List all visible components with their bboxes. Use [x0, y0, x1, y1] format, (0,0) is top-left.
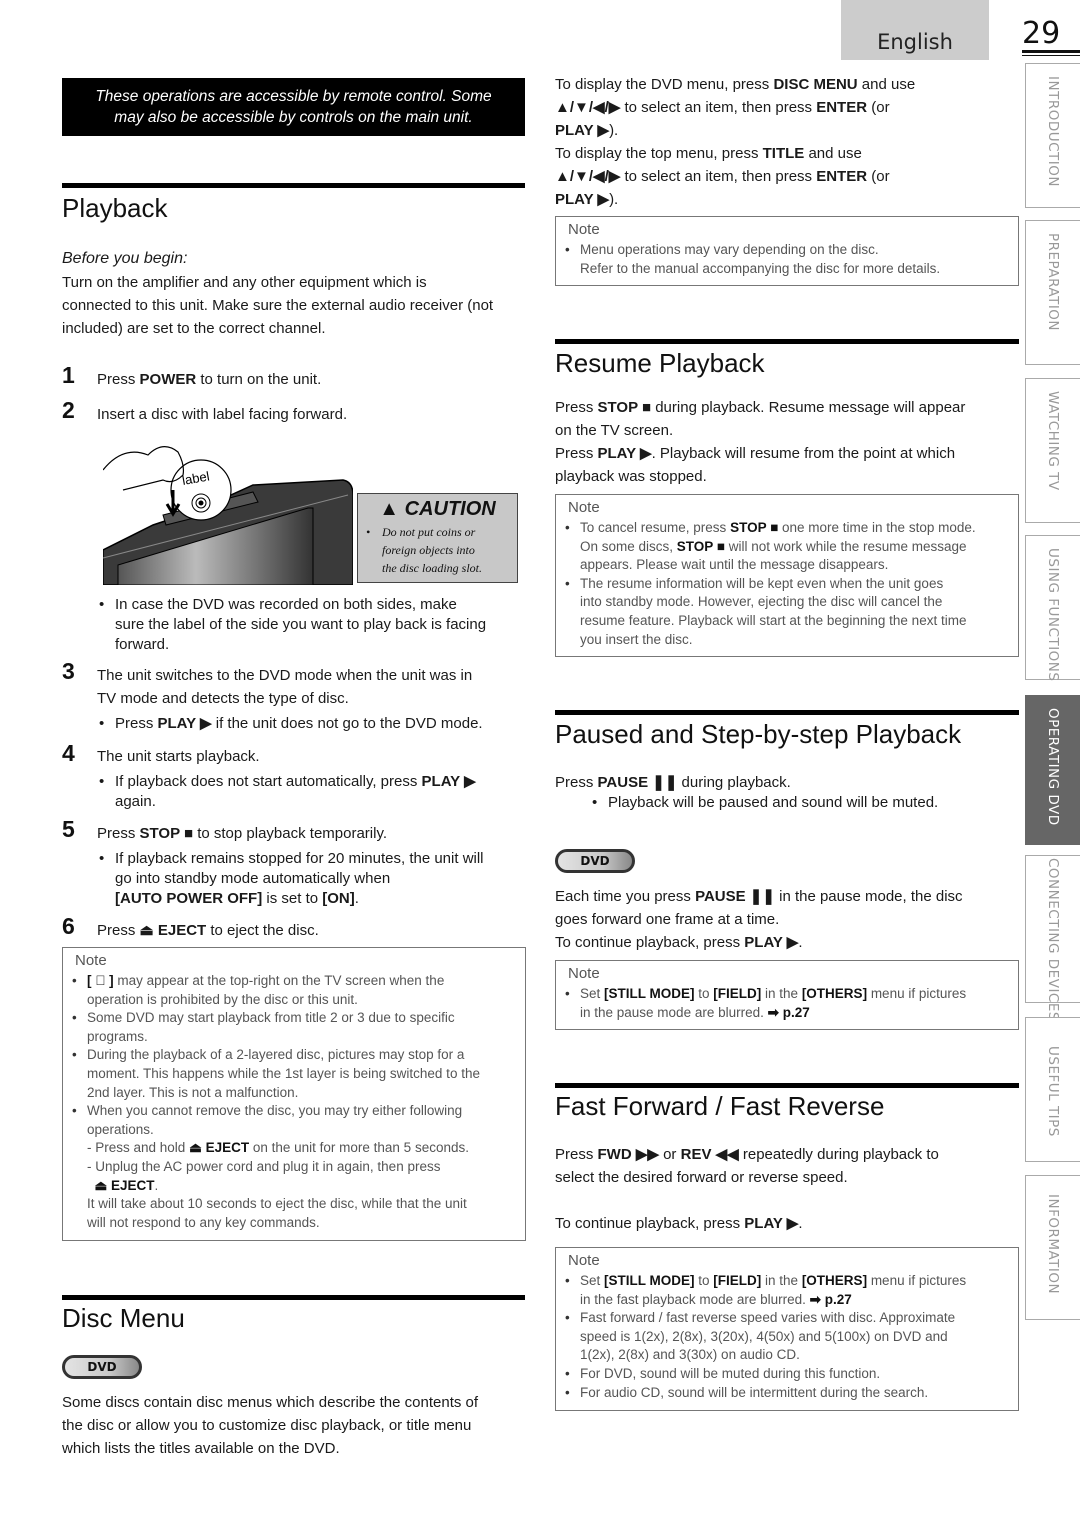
paused-note-box: Note Set [STILL MODE] to [FIELD] in the … [555, 960, 1019, 1030]
note-item: Menu operations may vary depending on th… [565, 241, 1010, 278]
step-5-text: Press STOP ■ to stop playback temporaril… [97, 825, 388, 842]
step-3-bullet: Press PLAY ▶ if the unit does not go to … [99, 714, 483, 734]
disc-menu-title: Disc Menu [62, 1303, 185, 1333]
disc-menu-instructions: To display the DVD menu, press DISC MENU… [555, 76, 916, 208]
direction-arrows-icon: ▲/▼/◀/▶ [555, 168, 621, 185]
caution-text: Do not put coins or foreign objects into… [358, 523, 517, 577]
note-item: For DVD, sound will be muted during this… [565, 1365, 1010, 1384]
side-tab-introduction[interactable]: INTRODUCTION [1025, 63, 1080, 208]
disc-insert-illustration: label [103, 446, 353, 585]
fast-continue-text: To continue playback, press PLAY ▶. [555, 1215, 803, 1232]
page-ref-link[interactable]: p.27 [825, 1292, 852, 1307]
note-sub-item: - Press and hold ⏏ EJECT on the unit for… [87, 1140, 469, 1156]
paused-bullet: Playback will be paused and sound will b… [592, 793, 938, 813]
step-4-text: The unit starts playback. [97, 748, 260, 765]
step-1-text: Press POWER to turn on the unit. [97, 371, 322, 388]
side-tab-useful-tips[interactable]: USEFUL TIPS [1025, 1017, 1080, 1162]
page-number-rule-thin [1022, 55, 1080, 56]
step-frame-text: Each time you press PAUSE ❚❚ in the paus… [555, 888, 963, 951]
page-ref-arrow-icon: ➡ [767, 1004, 779, 1020]
language-tab: English [841, 0, 989, 60]
step-number: 2 [62, 397, 75, 423]
note-item: To cancel resume, press STOP ■ one more … [565, 519, 1010, 575]
step-5-bullet: If playback remains stopped for 20 minut… [99, 849, 530, 909]
page-number-rule [1022, 50, 1080, 53]
section-rule [555, 710, 1019, 715]
step-number: 6 [62, 913, 75, 939]
note-item: The resume information will be kept even… [565, 575, 1010, 649]
fast-forward-title: Fast Forward / Fast Reverse [555, 1091, 885, 1121]
page-ref-arrow-icon: ➡ [809, 1291, 821, 1307]
side-tab-connecting-devices[interactable]: CONNECTING DEVICES [1025, 855, 1080, 1021]
side-tab-watching-tv[interactable]: WATCHING TV [1025, 378, 1080, 523]
section-rule [62, 1295, 525, 1300]
before-you-begin-text: Turn on the amplifier and any other equi… [62, 274, 494, 337]
direction-arrows-icon: ▲/▼/◀/▶ [555, 99, 621, 116]
note-item: During the playback of a 2-layered disc,… [72, 1046, 517, 1102]
step-2-text: Insert a disc with label facing forward. [97, 406, 348, 423]
step-3-text: The unit switches to the DVD mode when t… [97, 667, 473, 707]
section-rule [62, 183, 525, 188]
playback-note-box: Note [ ⃠ ] may appear at the top-right o… [62, 947, 526, 1241]
resume-text: Press STOP ■ during playback. Resume mes… [555, 399, 966, 485]
note-item: Some DVD may start playback from title 2… [72, 1009, 517, 1046]
side-tab-preparation[interactable]: PREPARATION [1025, 220, 1080, 365]
fast-forward-text: Press FWD ▶▶ or REV ◀◀ repeatedly during… [555, 1146, 939, 1186]
note-tail: It will take about 10 seconds to eject t… [87, 1196, 467, 1230]
playback-title: Playback [62, 193, 168, 223]
note-item: When you cannot remove the disc, you may… [72, 1102, 517, 1139]
step-number: 4 [62, 740, 75, 766]
step-4-bullet: If playback does not start automatically… [99, 772, 525, 812]
side-tab-information[interactable]: INFORMATION [1025, 1175, 1080, 1320]
paused-playback-title: Paused and Step-by-step Playback [555, 719, 962, 749]
disc-menu-note-box: Note Menu operations may vary depending … [555, 216, 1019, 286]
paused-text: Press PAUSE ❚❚ during playback. [555, 774, 791, 791]
resume-note-box: Note To cancel resume, press STOP ■ one … [555, 494, 1019, 657]
before-you-begin-label: Before you begin: [62, 250, 188, 267]
disc-menu-text: Some discs contain disc menus which desc… [62, 1394, 479, 1457]
fast-note-box: Note Set [STILL MODE] to [FIELD] in the … [555, 1247, 1019, 1411]
note-item: Set [STILL MODE] to [FIELD] in the [OTHE… [565, 1272, 1010, 1309]
note-item: [ ⃠ ] may appear at the top-right on the… [72, 972, 517, 1009]
dvd-badge: DVD [62, 1355, 142, 1379]
side-tab-using-functions[interactable]: USING FUNCTIONS [1025, 535, 1080, 681]
note-sub-item: - Unplug the AC power cord and plug it i… [87, 1158, 441, 1193]
side-tab-operating-dvd[interactable]: OPERATING DVD [1025, 695, 1080, 845]
prohibited-icon: [ ⃠ ] [87, 973, 114, 988]
note-item: Set [STILL MODE] to [FIELD] in the [OTHE… [565, 985, 1010, 1022]
page-number: 29 [1022, 16, 1061, 51]
section-rule [555, 339, 1019, 344]
note-item: For audio CD, sound will be intermittent… [565, 1384, 1010, 1403]
warning-triangle-icon: ▲ [379, 498, 405, 520]
caution-box: ▲ CAUTION Do not put coins or foreign ob… [357, 493, 518, 583]
step-2-bullet: In case the DVD was recorded on both sid… [99, 595, 530, 655]
resume-playback-title: Resume Playback [555, 348, 765, 378]
language-label: English [877, 30, 953, 54]
step-number: 1 [62, 362, 75, 388]
note-item: Fast forward / fast reverse speed varies… [565, 1309, 1010, 1365]
page-ref-link[interactable]: p.27 [783, 1005, 810, 1020]
section-rule [555, 1083, 1019, 1088]
remote-control-banner: These operations are accessible by remot… [62, 78, 525, 136]
dvd-badge: DVD [555, 849, 635, 873]
step-6-text: Press ⏏ EJECT to eject the disc. [97, 922, 319, 939]
caution-title: ▲ CAUTION [379, 498, 496, 520]
step-number: 3 [62, 658, 75, 684]
step-number: 5 [62, 816, 75, 842]
note-title: Note [75, 952, 107, 969]
